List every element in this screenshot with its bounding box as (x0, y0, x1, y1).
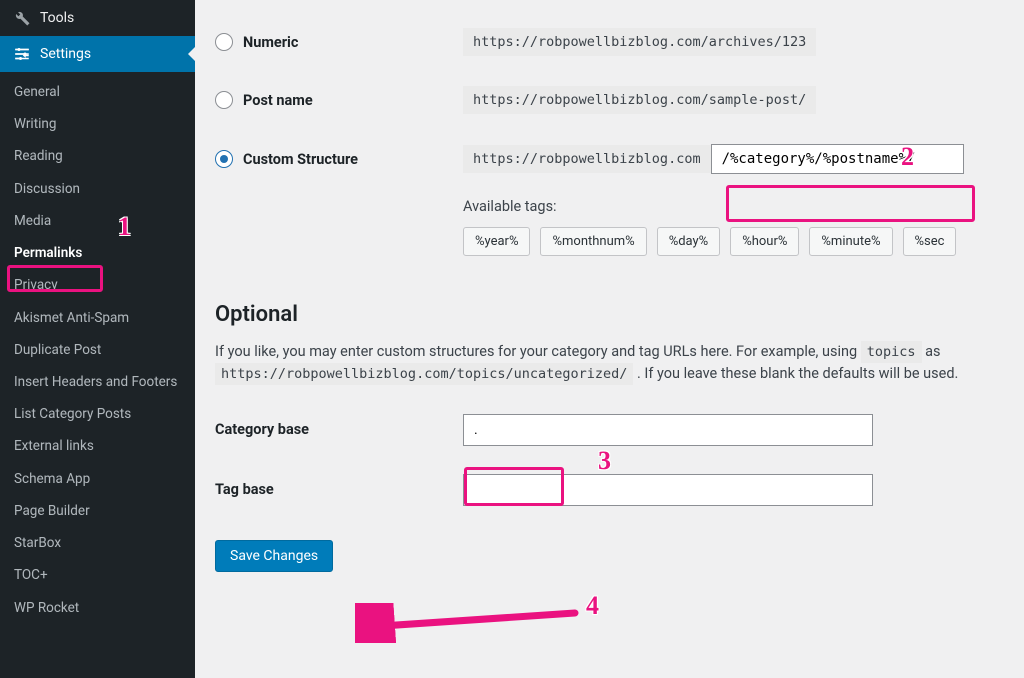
sidebar-sub-page-builder[interactable]: Page Builder (0, 495, 195, 527)
save-changes-button[interactable]: Save Changes (215, 540, 333, 572)
sidebar-sub-general[interactable]: General (0, 76, 195, 108)
tag-minute-button[interactable]: %minute% (809, 227, 892, 256)
sidebar-sub-permalinks[interactable]: Permalinks (0, 237, 195, 269)
sidebar-sub-wprocket[interactable]: WP Rocket (0, 592, 195, 624)
custom-structure-input[interactable] (711, 144, 964, 174)
sidebar-submenu-settings: General Writing Reading Discussion Media… (0, 72, 195, 630)
available-tags-label: Available tags: (463, 198, 1024, 215)
option-label: Numeric (243, 34, 463, 51)
sidebar-item-label: Settings (40, 46, 91, 62)
sidebar-sub-reading[interactable]: Reading (0, 140, 195, 172)
example-url: https://robpowellbizblog.com/archives/12… (463, 28, 816, 56)
sidebar-sub-duplicate-post[interactable]: Duplicate Post (0, 334, 195, 366)
permalink-option-numeric: Numeric https://robpowellbizblog.com/arc… (215, 22, 1024, 56)
sidebar-sub-privacy[interactable]: Privacy (0, 269, 195, 301)
category-base-input[interactable] (463, 414, 873, 446)
sidebar-sub-media[interactable]: Media (0, 205, 195, 237)
permalink-option-postname: Post name https://robpowellbizblog.com/s… (215, 80, 1024, 114)
sidebar-item-settings[interactable]: Settings (0, 36, 195, 72)
radio-custom[interactable] (215, 150, 233, 168)
option-label: Custom Structure (243, 151, 463, 168)
category-base-row: Category base (215, 414, 1024, 446)
tag-hour-button[interactable]: %hour% (730, 227, 799, 256)
sidebar-sub-list-category-posts[interactable]: List Category Posts (0, 398, 195, 430)
sidebar-item-tools[interactable]: Tools (0, 0, 195, 36)
main-content: — Numeric https://robpowellbizblog.com/a… (195, 0, 1024, 678)
option-label: Post name (243, 92, 463, 109)
permalink-option-custom: Custom Structure https://robpowellbizblo… (215, 138, 1024, 174)
optional-heading: Optional (215, 302, 1024, 327)
optional-description: If you like, you may enter custom struct… (215, 341, 1024, 386)
tag-base-row: Tag base (215, 474, 1024, 506)
example-url: https://robpowellbizblog.com/sample-post… (463, 86, 816, 114)
sidebar-sub-toc[interactable]: TOC+ (0, 559, 195, 591)
sidebar-sub-akismet[interactable]: Akismet Anti-Spam (0, 302, 195, 334)
custom-prefix-url: https://robpowellbizblog.com (463, 145, 711, 173)
sidebar-item-label: Tools (40, 10, 74, 26)
tag-monthnum-button[interactable]: %monthnum% (540, 227, 646, 256)
sidebar-sub-insert-headers[interactable]: Insert Headers and Footers (0, 366, 195, 398)
category-base-label: Category base (215, 421, 463, 438)
radio-postname[interactable] (215, 91, 233, 109)
sidebar-sub-external-links[interactable]: External links (0, 430, 195, 462)
tag-second-button[interactable]: %sec (903, 227, 957, 256)
available-tags-row: %year% %monthnum% %day% %hour% %minute% … (463, 227, 1024, 256)
sidebar-sub-discussion[interactable]: Discussion (0, 173, 195, 205)
sidebar-sub-schema-app[interactable]: Schema App (0, 463, 195, 495)
tag-year-button[interactable]: %year% (463, 227, 530, 256)
admin-sidebar: Tools Settings General Writing Reading D… (0, 0, 195, 678)
sliders-icon (12, 44, 32, 64)
sidebar-sub-starbox[interactable]: StarBox (0, 527, 195, 559)
tag-day-button[interactable]: %day% (657, 227, 721, 256)
tag-base-label: Tag base (215, 481, 463, 498)
tag-base-input[interactable] (463, 474, 873, 506)
wrench-icon (12, 8, 32, 28)
sidebar-sub-writing[interactable]: Writing (0, 108, 195, 140)
radio-numeric[interactable] (215, 33, 233, 51)
